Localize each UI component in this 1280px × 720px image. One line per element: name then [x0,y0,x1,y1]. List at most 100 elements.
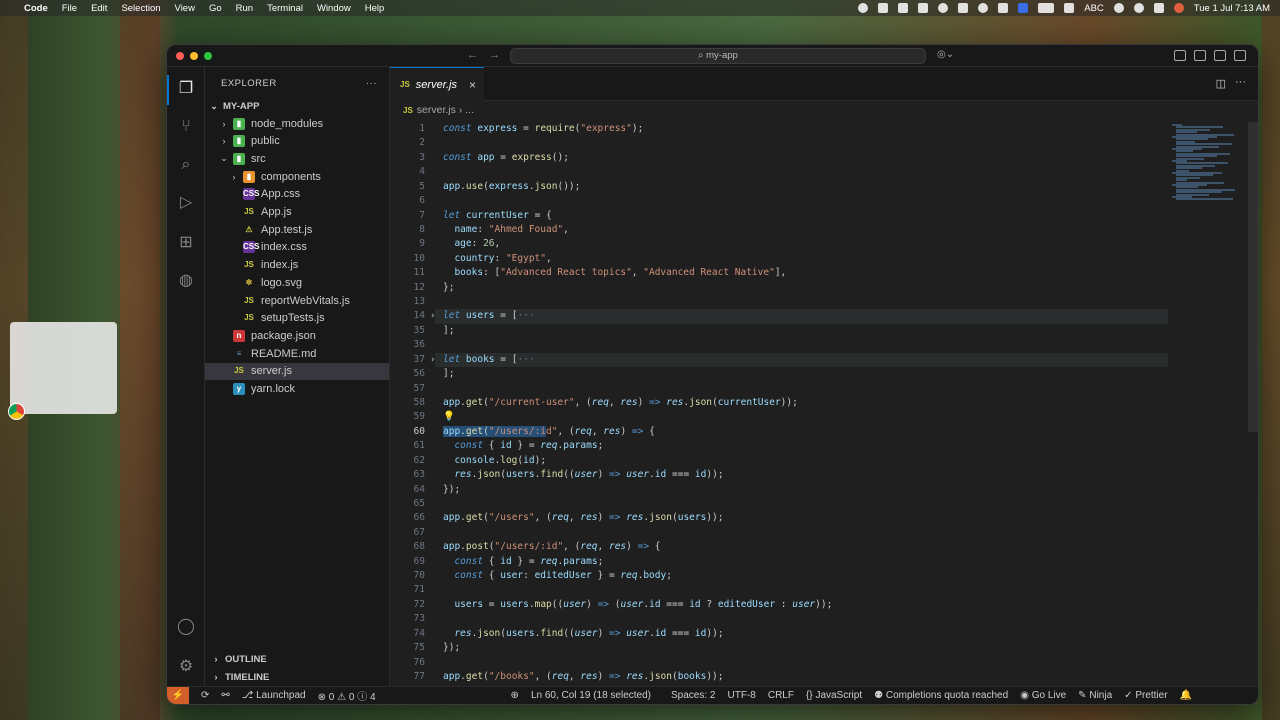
code-line[interactable]: 60 app.get("/users/:id", (req, res) => { [390,425,1168,439]
code-line[interactable]: 65 [390,497,1168,511]
code-line[interactable]: 73 [390,612,1168,626]
sync-icon[interactable]: ⟳ [201,690,209,701]
extensions-icon[interactable]: ⊞ [176,233,196,253]
code-line[interactable]: 6 [390,194,1168,208]
menu-run[interactable]: Run [236,3,253,14]
file-item[interactable]: JS index.js [205,257,389,274]
code-line[interactable]: 11 books: ["Advanced React topics", "Adv… [390,266,1168,280]
code-line[interactable]: 77 app.get("/books", (req, res) => res.js… [390,670,1168,684]
display-icon[interactable] [958,3,969,13]
play-icon[interactable] [978,3,989,13]
minimize-window-button[interactable] [190,52,198,60]
menu-file[interactable]: File [62,3,77,14]
code-line[interactable]: 9 age: 26, [390,237,1168,251]
code-line[interactable]: 10 country: "Egypt", [390,252,1168,266]
battery-icon[interactable] [1038,3,1055,13]
file-item[interactable]: JS reportWebVitals.js [205,292,389,309]
copilot-icon[interactable]: ◎⌄ [937,49,954,60]
input-source[interactable]: ABC [1084,3,1104,14]
code-line[interactable]: 12}; [390,281,1168,295]
info-icon[interactable] [938,3,949,13]
code-line[interactable]: 57 [390,382,1168,396]
project-root[interactable]: ⌄ MY-APP [205,98,389,115]
zoom-icon[interactable]: ⊕ [511,690,519,701]
keyboard-a-icon[interactable] [1064,3,1075,13]
code-line[interactable]: 13 [390,295,1168,309]
more-actions-icon[interactable]: ··· [366,67,377,101]
split-editor-icon[interactable]: ◫ [1216,77,1226,90]
code-line[interactable]: 75}); [390,641,1168,655]
file-item[interactable]: JS App.js [205,204,389,221]
menu-view[interactable]: View [175,3,195,14]
zoom-window-button[interactable] [204,52,212,60]
code-line[interactable]: 69 const { id } = req.params; [390,555,1168,569]
timeline-section[interactable]: › TIMELINE [205,668,389,686]
code-line[interactable]: 58 app.get("/current-user", (req, res) =>… [390,396,1168,410]
code-line[interactable]: 62 console.log(id); [390,454,1168,468]
file-item[interactable]: y yarn.lock [205,381,389,398]
language-mode[interactable]: {} JavaScript [806,690,862,701]
file-item[interactable]: ✲ logo.svg [205,274,389,291]
code-line[interactable]: 72 users = users.map((user) => (user.id … [390,598,1168,612]
toggle-panel-icon[interactable] [1214,50,1226,61]
code-line[interactable]: 70 const { user: editedUser } = req.body… [390,569,1168,583]
fold-chevron-icon[interactable]: › [430,309,435,323]
cursor-position[interactable]: Ln 60, Col 19 (18 selected) [531,690,651,701]
code-line[interactable]: 7 let currentUser = { [390,209,1168,223]
breadcrumb-more[interactable]: ... [465,104,474,116]
code-line[interactable]: 35]; [390,324,1168,338]
remote-indicator-icon[interactable]: ⚡ [167,686,189,704]
account-icon[interactable]: ◯ [176,617,196,637]
minimap[interactable] [1172,124,1246,204]
code-line[interactable]: 74 res.json(users.find((user) => user.id… [390,627,1168,641]
git-graph-icon[interactable]: ◍ [176,271,196,291]
file-item[interactable]: JS server.js [205,362,389,380]
folder-item[interactable]: ⌄ ▮ src [205,150,389,167]
breadcrumb-file[interactable]: server.js [417,104,456,116]
fold-chevron-icon[interactable]: › [430,353,435,367]
code-line[interactable]: › 37 let books = [··· [390,352,1168,368]
file-item[interactable]: ⚠ App.test.js [205,221,389,238]
code-line[interactable]: 36 [390,338,1168,352]
chrome-icon[interactable] [8,403,25,420]
menu-go[interactable]: Go [209,3,222,14]
back-arrow-icon[interactable]: ← [467,49,478,61]
code-line[interactable]: 5 app.use(express.json()); [390,180,1168,194]
code-line[interactable]: 63 res.json(users.find((user) => user.id… [390,468,1168,482]
ninja-status[interactable]: ✎ Ninja [1078,690,1112,701]
stage-manager-icon[interactable] [1018,3,1029,13]
fan-icon[interactable] [878,3,889,13]
code-line[interactable]: › 14 let users = [··· [390,309,1168,324]
prettier-status[interactable]: ✓ Prettier [1124,690,1167,701]
code-line[interactable]: 2 [390,136,1168,150]
file-item[interactable]: CSS App.css [205,186,389,203]
run-debug-icon[interactable]: ▷ [176,193,196,213]
code-line[interactable]: 59 💡 [390,410,1168,424]
code-editor[interactable]: 1 const express = require("express"); 2 3 co… [390,122,1168,696]
indentation[interactable]: Spaces: 2 [671,690,715,701]
code-line[interactable]: 4 [390,165,1168,179]
copilot-status[interactable]: ⚉ Completions quota reached [874,690,1008,701]
code-line[interactable]: 8 name: "Ahmed Fouad", [390,223,1168,237]
go-live-button[interactable]: ◉ Go Live [1020,690,1066,701]
close-tab-icon[interactable]: × [469,78,476,92]
settings-gear-icon[interactable]: ⚙ [176,657,196,677]
layout-customize-icon[interactable] [1174,50,1186,61]
pen-icon[interactable] [918,3,929,13]
user-avatar-icon[interactable] [1173,3,1184,13]
outline-section[interactable]: › OUTLINE [205,650,389,668]
code-line[interactable]: 64}); [390,483,1168,497]
line-ending[interactable]: CRLF [768,690,794,701]
tab-server-js[interactable]: JS server.js × [390,67,484,101]
notifications-bell-icon[interactable]: 🔔 [1180,690,1192,701]
code-line[interactable]: 61 const { id } = req.params; [390,439,1168,453]
toggle-secondary-sidebar-icon[interactable] [1234,50,1246,61]
folder-item[interactable]: › ▮ node_modules [205,115,389,132]
search-icon[interactable]: ⌕ [176,155,196,175]
toggle-sidebar-icon[interactable] [1194,50,1206,61]
source-control-icon[interactable]: ⑂ [176,117,196,137]
code-line[interactable]: 1 const express = require("express"); [390,122,1168,136]
file-item[interactable]: n package.json [205,327,389,344]
code-line[interactable]: 56]; [390,367,1168,381]
file-item[interactable]: CSS index.css [205,239,389,256]
